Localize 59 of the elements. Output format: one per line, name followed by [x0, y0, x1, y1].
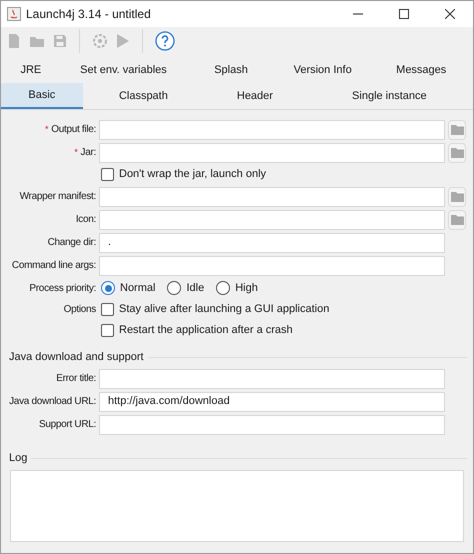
- tab[interactable]: Version Info: [276, 57, 370, 83]
- folder-icon: [450, 148, 464, 158]
- tab[interactable]: Header: [204, 83, 306, 109]
- tab[interactable]: Single instance: [306, 83, 473, 109]
- radio-label: Idle: [186, 280, 204, 296]
- text-field[interactable]: [99, 368, 445, 388]
- checkbox[interactable]: [101, 168, 114, 181]
- text-field[interactable]: [99, 120, 445, 140]
- text-field[interactable]: [99, 142, 445, 162]
- field-label: Jar:: [80, 146, 96, 160]
- radio-label: High: [235, 280, 258, 296]
- field-label: Output file:: [51, 123, 96, 137]
- field-label: Java download URL:: [9, 395, 96, 409]
- folder-icon: [450, 192, 464, 202]
- tab[interactable]: Classpath: [82, 83, 204, 109]
- app-icon: [7, 7, 21, 21]
- tab[interactable]: Messages: [369, 57, 473, 83]
- checkbox-label: Don't wrap the jar, launch only: [119, 167, 266, 182]
- section-title: Log: [9, 450, 28, 466]
- field-label: Icon:: [76, 213, 96, 227]
- field-label: Process priority:: [29, 282, 96, 296]
- browse-button[interactable]: [448, 142, 466, 162]
- maximize-icon: [399, 9, 409, 19]
- close-icon: [445, 9, 455, 19]
- folder-icon: [450, 214, 464, 224]
- tab[interactable]: Splash: [186, 57, 276, 83]
- checkbox-label: Restart the application after a crash: [119, 323, 293, 338]
- field-label: Error title:: [56, 372, 96, 386]
- radio-label: Normal: [120, 280, 156, 296]
- checkbox[interactable]: [101, 324, 114, 337]
- checkbox[interactable]: [101, 303, 114, 316]
- radio-button[interactable]: [167, 281, 182, 295]
- help-icon[interactable]: [155, 31, 175, 51]
- tab[interactable]: JRE: [1, 57, 61, 83]
- text-field[interactable]: [99, 414, 445, 434]
- field-label: Command line args:: [12, 259, 96, 273]
- field-label: Wrapper manifest:: [20, 190, 96, 204]
- field-label: Support URL:: [39, 418, 96, 432]
- log-area[interactable]: [10, 470, 464, 542]
- required-mark: *: [45, 123, 48, 136]
- window-title: Launch4j 3.14 - untitled: [26, 6, 151, 23]
- browse-button[interactable]: [448, 210, 466, 230]
- radio-button[interactable]: [216, 281, 230, 295]
- text-field[interactable]: [99, 210, 445, 230]
- section-title: Java download and support: [9, 350, 144, 365]
- browse-button[interactable]: [448, 186, 466, 206]
- browse-button[interactable]: [448, 120, 466, 140]
- tab[interactable]: Set env. variables: [60, 57, 186, 83]
- text-field[interactable]: .: [99, 232, 445, 252]
- text-field[interactable]: [99, 256, 445, 276]
- required-mark: *: [74, 146, 78, 159]
- field-label: Change dir:: [48, 236, 96, 250]
- text-field[interactable]: http://java.com/download: [99, 392, 445, 412]
- checkbox-label: Stay alive after launching a GUI application: [119, 302, 330, 318]
- text-field[interactable]: [99, 186, 445, 206]
- folder-icon: [450, 124, 464, 134]
- tab[interactable]: Basic: [1, 83, 83, 109]
- radio-button[interactable]: [101, 281, 115, 295]
- field-label: Options: [64, 303, 96, 317]
